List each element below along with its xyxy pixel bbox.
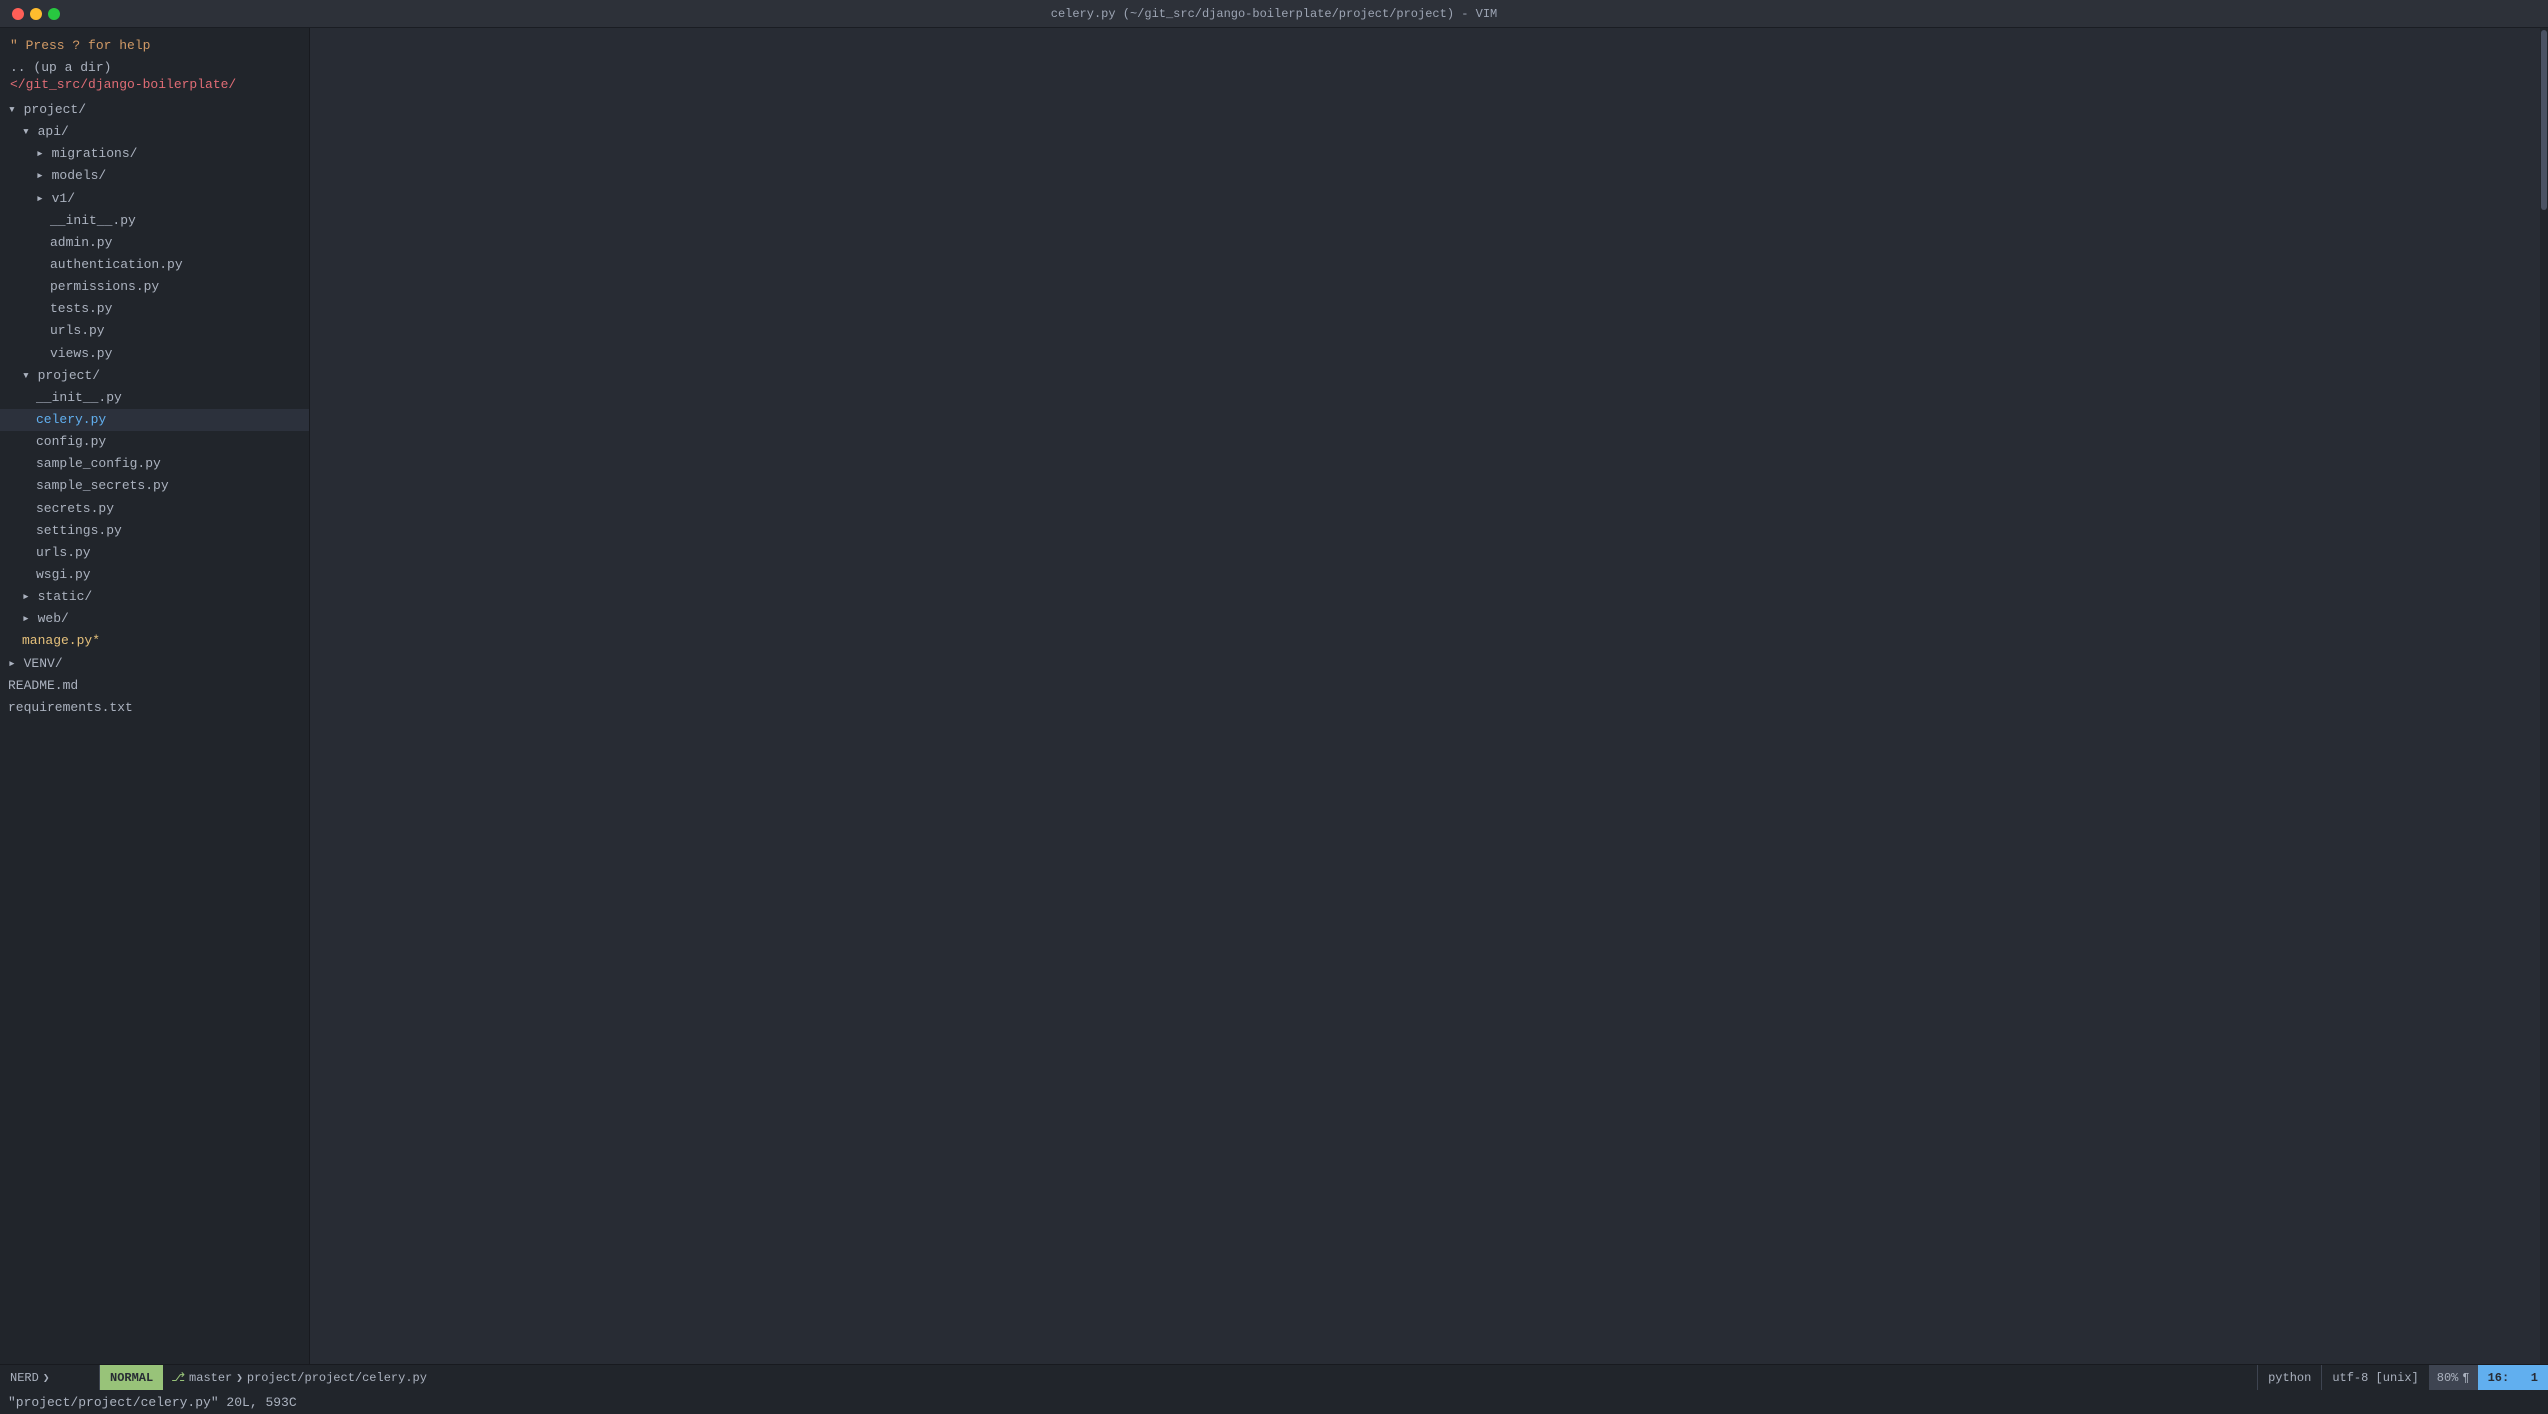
sidebar[interactable]: " Press ? for help .. (up a dir) </git_s… — [0, 28, 310, 1364]
git-branch-name: master — [189, 1371, 232, 1385]
line-numbers — [310, 28, 354, 1364]
encoding-label: utf-8 [unix] — [2332, 1371, 2418, 1385]
tree-item[interactable]: ▾ api/ — [0, 121, 309, 143]
status-file-path: project/project/celery.py — [247, 1371, 427, 1385]
tree-item-label: README.md — [8, 678, 78, 693]
tree-item[interactable]: wsgi.py — [0, 564, 309, 586]
tree-item[interactable]: __init__.py — [0, 387, 309, 409]
status-nerd: NERD ❯ — [0, 1365, 100, 1390]
tree-item[interactable]: ▾ project/ — [0, 99, 309, 121]
tree-item-label: ▸ migrations/ — [36, 146, 137, 161]
tree-item-label: requirements.txt — [8, 700, 133, 715]
tree-item[interactable]: views.py — [0, 343, 309, 365]
window-controls — [12, 8, 60, 20]
tree-item-label: __init__.py — [50, 213, 136, 228]
scrollbar-thumb[interactable] — [2541, 30, 2547, 210]
tree-item-label: ▾ api/ — [22, 124, 69, 139]
tree-item-label: wsgi.py — [36, 567, 91, 582]
tree-item[interactable]: manage.py* — [0, 630, 309, 652]
tree-item[interactable]: ▸ models/ — [0, 165, 309, 187]
tree-item-label: ▾ project/ — [22, 368, 100, 383]
tree-item[interactable]: config.py — [0, 431, 309, 453]
code-area[interactable] — [310, 28, 2548, 1364]
tree-item-label: ▸ v1/ — [36, 191, 75, 206]
status-right: python utf-8 [unix] 80% ¶ 16: 1 — [2257, 1365, 2548, 1390]
tree-item-label: __init__.py — [36, 390, 122, 405]
tree-item-label: tests.py — [50, 301, 112, 316]
git-arrow-icon: ❯ — [236, 1371, 243, 1385]
tree-item-label: ▸ static/ — [22, 589, 92, 604]
line-col-value: 16: 1 — [2488, 1371, 2538, 1385]
tree-item[interactable]: ▸ static/ — [0, 586, 309, 608]
tree-item[interactable]: urls.py — [0, 542, 309, 564]
tree-item-label: authentication.py — [50, 257, 183, 272]
tree-item-label: config.py — [36, 434, 106, 449]
tree-item-label: celery.py — [36, 412, 106, 427]
tree-item[interactable]: sample_secrets.py — [0, 475, 309, 497]
status-filetype: python — [2257, 1365, 2321, 1390]
tree-item-label: admin.py — [50, 235, 112, 250]
file-tree: ▾ project/ ▾ api/ ▸ migrations/ ▸ models/ ▸ … — [0, 99, 309, 719]
tree-item-label: secrets.py — [36, 501, 114, 516]
statusbar: NERD ❯ NORMAL ⎇ master ❯ project/project… — [0, 1364, 2548, 1390]
tree-item[interactable]: authentication.py — [0, 254, 309, 276]
tree-item-label: ▸ web/ — [22, 611, 69, 626]
scrollbar[interactable] — [2540, 28, 2548, 1364]
git-branch-icon: ⎇ — [171, 1370, 185, 1385]
titlebar: celery.py (~/git_src/django-boilerplate/… — [0, 0, 2548, 28]
tree-item[interactable]: urls.py — [0, 320, 309, 342]
nav-root-dir: </git_src/django-boilerplate/ — [10, 76, 299, 93]
tree-item-label: views.py — [50, 346, 112, 361]
tree-item[interactable]: ▸ v1/ — [0, 188, 309, 210]
tree-item[interactable]: admin.py — [0, 232, 309, 254]
sidebar-nav: .. (up a dir) </git_src/django-boilerpla… — [0, 57, 309, 99]
tree-item[interactable]: __init__.py — [0, 210, 309, 232]
status-git: ⎇ master ❯ project/project/celery.py — [163, 1370, 435, 1385]
tree-item[interactable]: settings.py — [0, 520, 309, 542]
tree-item-label: ▾ project/ — [8, 102, 86, 117]
nav-up-dir[interactable]: .. (up a dir) — [10, 59, 299, 76]
tree-item-label: sample_secrets.py — [36, 478, 169, 493]
paragraph-icon: ¶ — [2462, 1371, 2469, 1385]
cmdline: "project/project/celery.py" 20L, 593C — [0, 1390, 2548, 1414]
tree-item[interactable]: tests.py — [0, 298, 309, 320]
tree-item[interactable]: sample_config.py — [0, 453, 309, 475]
tree-item[interactable]: celery.py — [0, 409, 309, 431]
tree-item[interactable]: ▸ web/ — [0, 608, 309, 630]
nerd-label: NERD — [10, 1371, 39, 1385]
status-percent: 80% ¶ — [2429, 1365, 2478, 1390]
tree-item[interactable]: permissions.py — [0, 276, 309, 298]
tree-item-label: sample_config.py — [36, 456, 161, 471]
mode-label: NORMAL — [110, 1371, 153, 1385]
filetype-label: python — [2268, 1371, 2311, 1385]
tree-item-label: urls.py — [50, 323, 105, 338]
tree-item[interactable]: ▸ migrations/ — [0, 143, 309, 165]
tree-item-label: settings.py — [36, 523, 122, 538]
tree-item[interactable]: README.md — [0, 675, 309, 697]
status-encoding: utf-8 [unix] — [2321, 1365, 2428, 1390]
status-lineinfo: 16: 1 — [2478, 1365, 2548, 1390]
cmdline-text: "project/project/celery.py" 20L, 593C — [8, 1395, 297, 1410]
tree-item[interactable]: ▸ VENV/ — [0, 653, 309, 675]
status-mode: NORMAL — [100, 1365, 163, 1390]
nerd-arrow-icon: ❯ — [43, 1371, 50, 1385]
editor — [310, 28, 2548, 1364]
sidebar-header: " Press ? for help — [0, 32, 309, 57]
close-button[interactable] — [12, 8, 24, 20]
tree-item-label: permissions.py — [50, 279, 159, 294]
tree-item[interactable]: secrets.py — [0, 498, 309, 520]
tree-item[interactable]: requirements.txt — [0, 697, 309, 719]
percent-value: 80% — [2437, 1371, 2459, 1385]
maximize-button[interactable] — [48, 8, 60, 20]
tree-item-label: ▸ models/ — [36, 168, 106, 183]
nav-root-text: </git_src/django-boilerplate/ — [10, 77, 236, 92]
main-area: " Press ? for help .. (up a dir) </git_s… — [0, 28, 2548, 1364]
tree-item[interactable]: ▾ project/ — [0, 365, 309, 387]
tree-item-label: ▸ VENV/ — [8, 656, 63, 671]
code-content[interactable] — [354, 28, 2540, 1364]
window-title: celery.py (~/git_src/django-boilerplate/… — [1051, 7, 1497, 21]
tree-item-label: urls.py — [36, 545, 91, 560]
minimize-button[interactable] — [30, 8, 42, 20]
tree-item-label: manage.py* — [22, 633, 100, 648]
